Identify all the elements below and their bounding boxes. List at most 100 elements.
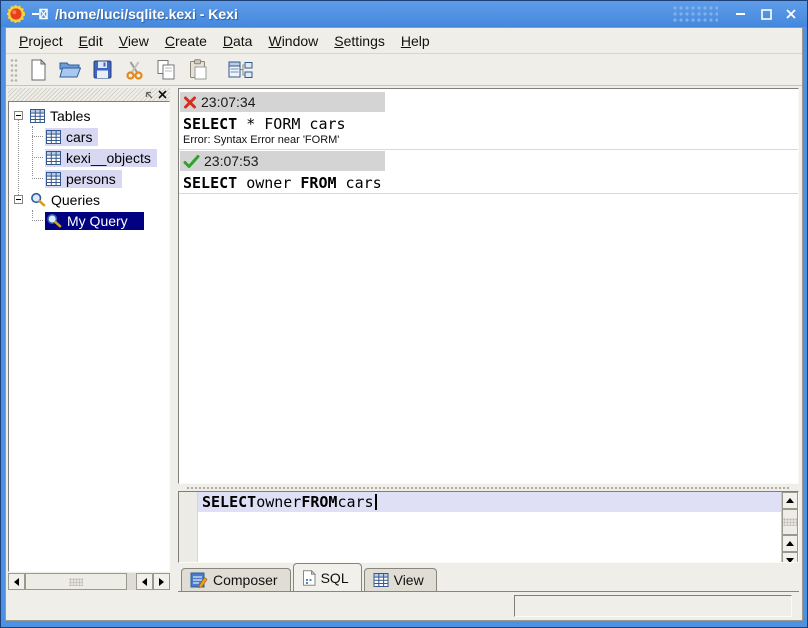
query-icon — [30, 192, 46, 207]
tree-item-persons[interactable]: persons — [9, 168, 169, 189]
table-icon — [46, 172, 61, 186]
editor-current-line[interactable]: SELECT owner FROM cars — [198, 492, 781, 512]
expander-icon[interactable] — [14, 195, 23, 204]
text-cursor — [375, 494, 377, 510]
entry-error-text: Error: Syntax Error near 'FORM' — [179, 134, 798, 149]
tree-item-content[interactable]: My Query — [45, 212, 144, 230]
editor-document[interactable]: SELECT owner FROM cars — [198, 492, 781, 562]
editor-splitter[interactable] — [178, 484, 799, 491]
cut-button[interactable] — [120, 57, 148, 83]
dock-restore-icon[interactable] — [143, 89, 154, 100]
menu-create[interactable]: Create — [158, 30, 214, 52]
history-entry-header: 23:07:34 — [180, 92, 385, 112]
relationships-icon — [228, 60, 253, 80]
editor-gutter — [179, 492, 198, 562]
editor-vscrollbar[interactable] — [781, 492, 798, 562]
sidebar-hscrollbar[interactable] — [8, 573, 170, 590]
copy-button[interactable] — [152, 57, 180, 83]
dock-header[interactable] — [8, 88, 170, 101]
tree-item-kexi-objects[interactable]: kexi__objects — [9, 147, 169, 168]
table-icon — [30, 109, 45, 123]
tree-item-label: cars — [66, 129, 92, 145]
paste-icon — [189, 59, 208, 80]
tree-item-content[interactable]: Tables — [29, 107, 96, 125]
menu-project[interactable]: Project — [12, 30, 70, 52]
kexi-window: /home/luci/sqlite.kexi - Kexi ProjectEdi… — [0, 0, 808, 628]
maximize-button[interactable] — [756, 5, 776, 23]
scrollbar-thumb[interactable] — [25, 573, 127, 590]
view-mode-tabbar: Composer SQL View — [178, 563, 799, 592]
tree-item-queries[interactable]: Queries — [9, 189, 169, 210]
save-icon — [93, 60, 112, 79]
entry-timestamp: 23:07:34 — [201, 94, 256, 110]
tree-item-label: My Query — [67, 213, 128, 229]
tree-item-content[interactable]: persons — [45, 170, 122, 188]
cut-icon — [125, 60, 144, 80]
open-file-button[interactable] — [56, 57, 84, 83]
table-icon — [46, 151, 61, 165]
dock-close-icon[interactable] — [157, 89, 168, 100]
menu-edit[interactable]: Edit — [72, 30, 110, 52]
entry-sql-text: SELECT * FORM cars — [179, 112, 798, 134]
tab-composer[interactable]: Composer — [181, 568, 291, 591]
tree-item-label: Queries — [51, 192, 100, 208]
error-icon — [183, 96, 197, 109]
table-icon — [46, 130, 61, 144]
query-icon — [46, 213, 62, 228]
object-tree-frame: Tables cars kexi__objectspersons Queries My … — [8, 101, 170, 572]
toolbar-handle[interactable] — [10, 58, 18, 82]
sidebar-splitter[interactable] — [170, 86, 178, 592]
tree-item-content[interactable]: cars — [45, 128, 98, 146]
history-entry[interactable]: 23:07:53SELECT owner FROM cars — [179, 151, 798, 194]
tab-label: Composer — [213, 572, 278, 588]
tree-item-content[interactable]: kexi__objects — [45, 149, 157, 167]
status-field — [514, 595, 792, 617]
sql-editor: SELECT owner FROM cars — [178, 491, 799, 563]
entry-sql-text: SELECT owner FROM cars — [179, 171, 798, 193]
menu-settings[interactable]: Settings — [327, 30, 392, 52]
scrollbar-track[interactable] — [127, 573, 136, 590]
scrollbar-thumb[interactable] — [782, 509, 798, 535]
tree-item-tables[interactable]: Tables — [9, 105, 169, 126]
menu-data[interactable]: Data — [216, 30, 260, 52]
tree-item-cars[interactable]: cars — [9, 126, 169, 147]
window-title: /home/luci/sqlite.kexi - Kexi — [55, 6, 238, 22]
scroll-left-button2[interactable] — [136, 573, 153, 590]
tree-item-content[interactable]: Queries — [29, 191, 106, 209]
tab-sql[interactable]: SQL — [293, 563, 362, 591]
menu-help[interactable]: Help — [394, 30, 437, 52]
tab-view[interactable]: View — [364, 568, 437, 591]
workarea: Tables cars kexi__objectspersons Queries My … — [6, 86, 802, 592]
save-button[interactable] — [88, 57, 116, 83]
view-icon — [373, 573, 389, 587]
history-entry[interactable]: 23:07:34 SELECT * FORM carsError: Syntax … — [179, 92, 798, 150]
tree-item-label: kexi__objects — [66, 150, 151, 166]
scroll-up-button[interactable] — [782, 492, 798, 509]
tree-item-label: Tables — [50, 108, 90, 124]
scroll-right-button[interactable] — [153, 573, 170, 590]
menu-view[interactable]: View — [112, 30, 156, 52]
statusbar — [6, 592, 802, 620]
paste-button[interactable] — [184, 57, 212, 83]
titlebar[interactable]: /home/luci/sqlite.kexi - Kexi — [1, 1, 807, 27]
open-file-icon — [59, 60, 81, 79]
success-icon — [183, 155, 200, 168]
history-entry-header: 23:07:53 — [180, 151, 385, 171]
new-document-button[interactable] — [24, 57, 52, 83]
window-content: ProjectEditViewCreateDataWindowSettingsH… — [5, 27, 803, 621]
pin-icon[interactable] — [30, 5, 50, 23]
minimize-button[interactable] — [731, 5, 751, 23]
scroll-left-button[interactable] — [8, 573, 25, 590]
menu-window[interactable]: Window — [261, 30, 325, 52]
titlebar-pattern — [672, 5, 718, 23]
relationships-button[interactable] — [226, 57, 254, 83]
kexi-app-icon — [7, 5, 25, 23]
tab-label: View — [394, 572, 424, 588]
close-button[interactable] — [781, 5, 801, 23]
scroll-down-button[interactable] — [782, 552, 798, 563]
scroll-up-button2[interactable] — [782, 535, 798, 552]
sql-history[interactable]: 23:07:34 SELECT * FORM carsError: Syntax … — [178, 88, 799, 484]
tree-item-label: persons — [66, 171, 116, 187]
tree-item-my-query[interactable]: My Query — [9, 210, 169, 231]
expander-icon[interactable] — [14, 111, 23, 120]
